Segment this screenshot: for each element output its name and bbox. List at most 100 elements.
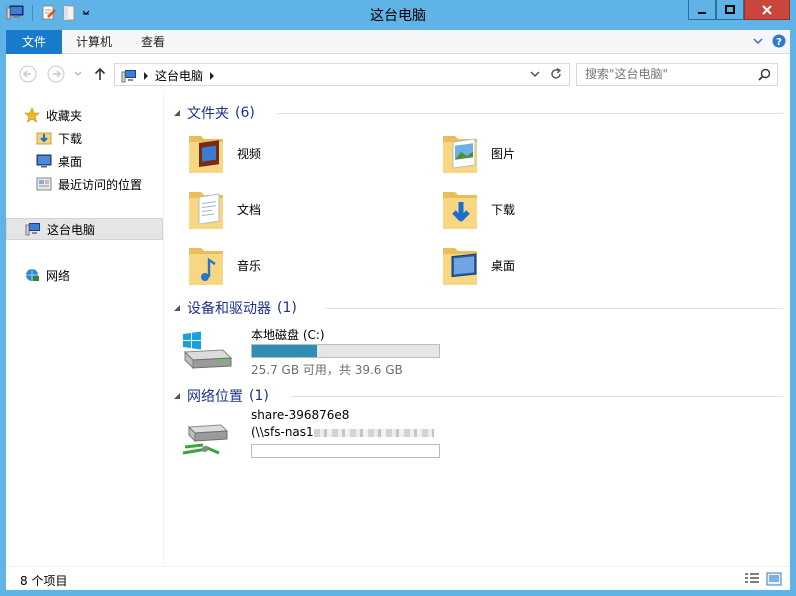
network-share-path-text: (\\sfs-nas1 bbox=[251, 425, 314, 439]
nav-label: 桌面 bbox=[58, 154, 83, 169]
address-history-dropdown[interactable] bbox=[529, 67, 541, 84]
search-box[interactable] bbox=[576, 63, 778, 86]
toolbar-separator bbox=[32, 5, 33, 21]
nav-item-desktop[interactable]: 桌面 bbox=[36, 150, 82, 172]
up-button[interactable] bbox=[92, 64, 108, 84]
back-arrow-icon bbox=[19, 65, 37, 83]
folder-pictures[interactable]: 图片 bbox=[439, 127, 515, 179]
videos-folder-icon bbox=[189, 136, 223, 173]
properties-icon[interactable] bbox=[41, 5, 57, 21]
tab-file[interactable]: 文件 bbox=[6, 30, 62, 54]
group-header-folders[interactable]: 文件夹 (6) bbox=[173, 103, 783, 123]
help-icon[interactable]: ? bbox=[772, 34, 786, 48]
nav-item-network[interactable]: 网络 bbox=[24, 264, 70, 286]
folder-label: 文档 bbox=[237, 202, 262, 217]
collapse-triangle-icon[interactable] bbox=[173, 109, 181, 117]
maximize-icon bbox=[725, 4, 735, 14]
status-bar: 8 个项目 bbox=[6, 566, 790, 590]
chevron-down-icon[interactable] bbox=[81, 5, 91, 21]
folder-videos[interactable]: 视频 bbox=[185, 127, 261, 179]
collapse-triangle-icon[interactable] bbox=[173, 304, 181, 312]
breadcrumb-chevron-icon[interactable] bbox=[209, 71, 215, 81]
nav-item-favorites[interactable]: 收藏夹 bbox=[24, 104, 82, 126]
content-area: 收藏夹 下载 桌面 最近访问的位置 这台电脑 网络 文件夹 (6) 视频 图片 … bbox=[6, 94, 790, 566]
computer-icon bbox=[121, 69, 136, 82]
group-count: (1) bbox=[277, 300, 297, 316]
folder-documents[interactable]: 文档 bbox=[185, 183, 261, 235]
drive-usage-fill bbox=[252, 345, 318, 357]
network-share-usage-bar bbox=[251, 444, 440, 458]
chevron-down-icon bbox=[74, 71, 82, 76]
view-switcher bbox=[744, 572, 782, 586]
downloads-folder-icon bbox=[36, 132, 52, 145]
pictures-folder-icon bbox=[443, 136, 477, 173]
minimize-button[interactable] bbox=[688, 0, 716, 20]
new-folder-icon[interactable] bbox=[61, 5, 77, 21]
nav-label: 最近访问的位置 bbox=[58, 177, 143, 192]
music-folder-icon bbox=[189, 248, 223, 285]
close-icon bbox=[762, 4, 772, 15]
computer-icon bbox=[25, 223, 40, 236]
network-share-drive[interactable]: share-396876e8 (\\sfs-nas1 bbox=[179, 408, 499, 467]
star-icon bbox=[24, 107, 40, 123]
group-header-devices[interactable]: 设备和驱动器 (1) bbox=[173, 298, 783, 318]
close-button[interactable] bbox=[744, 0, 790, 20]
details-view-icon[interactable] bbox=[744, 572, 760, 586]
address-bar[interactable]: 这台电脑 bbox=[114, 63, 570, 86]
folder-music[interactable]: 音乐 bbox=[185, 239, 261, 291]
title-bar[interactable]: 这台电脑 bbox=[0, 0, 796, 30]
group-title: 网络位置 bbox=[187, 389, 243, 405]
search-icon[interactable] bbox=[758, 68, 771, 81]
nav-item-downloads[interactable]: 下载 bbox=[36, 127, 82, 149]
window-title: 这台电脑 bbox=[370, 8, 426, 24]
nav-item-recent-places[interactable]: 最近访问的位置 bbox=[36, 173, 142, 195]
breadcrumb-this-pc[interactable]: 这台电脑 bbox=[155, 67, 203, 84]
ribbon-tabs: 文件 计算机 查看 ? bbox=[6, 30, 790, 54]
main-pane: 文件夹 (6) 视频 图片 文档 下载 音乐 桌面 设备和驱动器 (1) 本地磁… bbox=[165, 94, 790, 566]
tab-view[interactable]: 查看 bbox=[126, 30, 180, 54]
back-button[interactable] bbox=[18, 64, 38, 84]
group-count: (1) bbox=[249, 388, 269, 404]
expand-ribbon-icon[interactable] bbox=[752, 35, 764, 47]
desktop-icon bbox=[36, 154, 52, 168]
minimize-icon bbox=[698, 11, 706, 14]
group-divider bbox=[291, 396, 783, 397]
navigation-pane: 收藏夹 下载 桌面 最近访问的位置 这台电脑 网络 bbox=[6, 94, 164, 566]
tab-computer[interactable]: 计算机 bbox=[66, 30, 122, 54]
quick-access-toolbar bbox=[6, 5, 91, 21]
group-title: 设备和驱动器 bbox=[187, 301, 271, 317]
folder-desktop[interactable]: 桌面 bbox=[439, 239, 515, 291]
maximize-button[interactable] bbox=[716, 0, 744, 20]
breadcrumb-chevron-icon[interactable] bbox=[143, 71, 149, 81]
group-divider bbox=[325, 308, 783, 309]
computer-icon[interactable] bbox=[6, 5, 24, 21]
group-divider bbox=[277, 113, 783, 114]
recent-locations-button[interactable] bbox=[72, 64, 84, 84]
forward-button[interactable] bbox=[46, 64, 66, 84]
folder-label: 桌面 bbox=[491, 258, 516, 273]
search-input[interactable] bbox=[585, 67, 755, 81]
redacted-hostname bbox=[313, 428, 434, 437]
nav-label: 收藏夹 bbox=[46, 108, 83, 123]
folder-downloads[interactable]: 下载 bbox=[439, 183, 515, 235]
windows-drive-icon bbox=[183, 331, 233, 370]
refresh-icon bbox=[551, 67, 562, 79]
network-icon bbox=[26, 269, 39, 281]
chevron-down-icon bbox=[530, 71, 540, 77]
desktop-folder-icon bbox=[443, 248, 477, 285]
recent-places-icon bbox=[36, 177, 52, 191]
network-drive-icon bbox=[182, 424, 229, 455]
group-header-network-locations[interactable]: 网络位置 (1) bbox=[173, 386, 783, 406]
large-icons-view-icon[interactable] bbox=[766, 572, 782, 586]
forward-arrow-icon bbox=[47, 65, 65, 83]
folder-label: 图片 bbox=[491, 146, 516, 161]
ribbon-controls: ? bbox=[752, 34, 786, 48]
documents-folder-icon bbox=[189, 192, 223, 229]
drive-local-c[interactable]: 本地磁盘 (C:) 25.7 GB 可用，共 39.6 GB bbox=[179, 322, 479, 378]
svg-text:?: ? bbox=[776, 37, 782, 48]
window-controls bbox=[688, 0, 790, 20]
group-title: 文件夹 bbox=[187, 106, 229, 122]
refresh-button[interactable] bbox=[549, 67, 563, 84]
collapse-triangle-icon[interactable] bbox=[173, 392, 181, 400]
nav-item-this-pc[interactable]: 这台电脑 bbox=[6, 218, 163, 240]
